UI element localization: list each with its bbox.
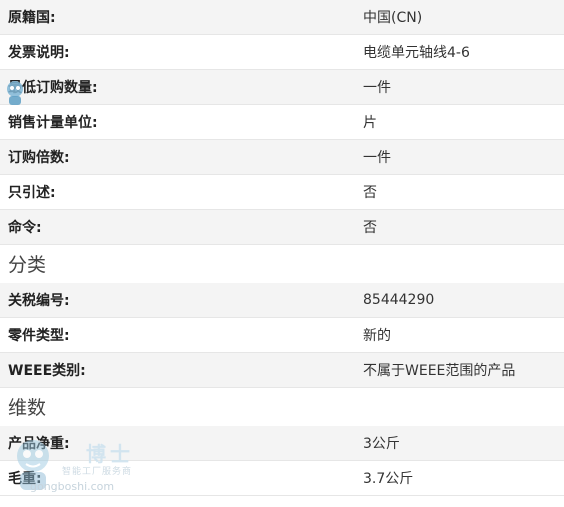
- detail-value: 3公斤: [363, 436, 400, 452]
- detail-value: 85444290: [363, 292, 435, 308]
- watermark-name: 博士: [86, 442, 134, 466]
- detail-label: 发票说明:: [8, 45, 70, 61]
- detail-value: 一件: [363, 150, 391, 166]
- section-heading-classification: 分类: [8, 254, 47, 276]
- detail-value: 电缆单元轴线4-6: [363, 45, 470, 61]
- detail-label: WEEE类别:: [8, 363, 86, 379]
- detail-value: 新的: [363, 328, 391, 344]
- watermark-subtitle: 智能工厂服务商: [62, 467, 133, 477]
- detail-row-weee-category: WEEE类别: 不属于WEEE范围的产品: [0, 353, 564, 388]
- detail-label: 销售计量单位:: [8, 115, 98, 131]
- detail-value: 不属于WEEE范围的产品: [363, 363, 516, 379]
- watermark-url: gongboshi.com: [30, 480, 115, 493]
- detail-row-part-type: 零件类型: 新的: [0, 318, 564, 353]
- detail-row-tariff-number: 关税编号: 85444290: [0, 283, 564, 318]
- detail-row-order-multiple: 订购倍数: 一件: [0, 140, 564, 175]
- detail-row-country-of-origin: 原籍国: 中国(CN): [0, 0, 564, 35]
- detail-value: 否: [363, 220, 377, 236]
- detail-label: 命令:: [8, 220, 42, 236]
- product-details-table: 原籍国: 中国(CN) 发票说明: 电缆单元轴线4-6 最低订购数量: 一件 销…: [0, 0, 564, 496]
- detail-label: 原籍国:: [8, 10, 56, 26]
- detail-label: 零件类型:: [8, 328, 70, 344]
- detail-value: 否: [363, 185, 377, 201]
- site-watermark: 博士 智能工厂服务商 gongboshi.com: [8, 436, 168, 500]
- mascot-watermark-icon: [7, 81, 23, 105]
- detail-value: 片: [363, 115, 377, 131]
- detail-label: 关税编号:: [8, 293, 70, 309]
- detail-row-order: 命令: 否: [0, 210, 564, 245]
- detail-label: 只引述:: [8, 185, 56, 201]
- detail-value: 3.7公斤: [363, 471, 414, 487]
- section-heading-dimensions: 维数: [8, 397, 47, 419]
- detail-label: 最低订购数量:: [8, 80, 98, 96]
- detail-label: 订购倍数:: [8, 150, 70, 166]
- detail-value: 中国(CN): [363, 10, 423, 26]
- detail-row-quote-only: 只引述: 否: [0, 175, 564, 210]
- detail-row-invoice-description: 发票说明: 电缆单元轴线4-6: [0, 35, 564, 70]
- detail-row-sales-unit: 销售计量单位: 片: [0, 105, 564, 140]
- detail-row-minimum-order-quantity: 最低订购数量: 一件: [0, 70, 564, 105]
- detail-value: 一件: [363, 80, 391, 96]
